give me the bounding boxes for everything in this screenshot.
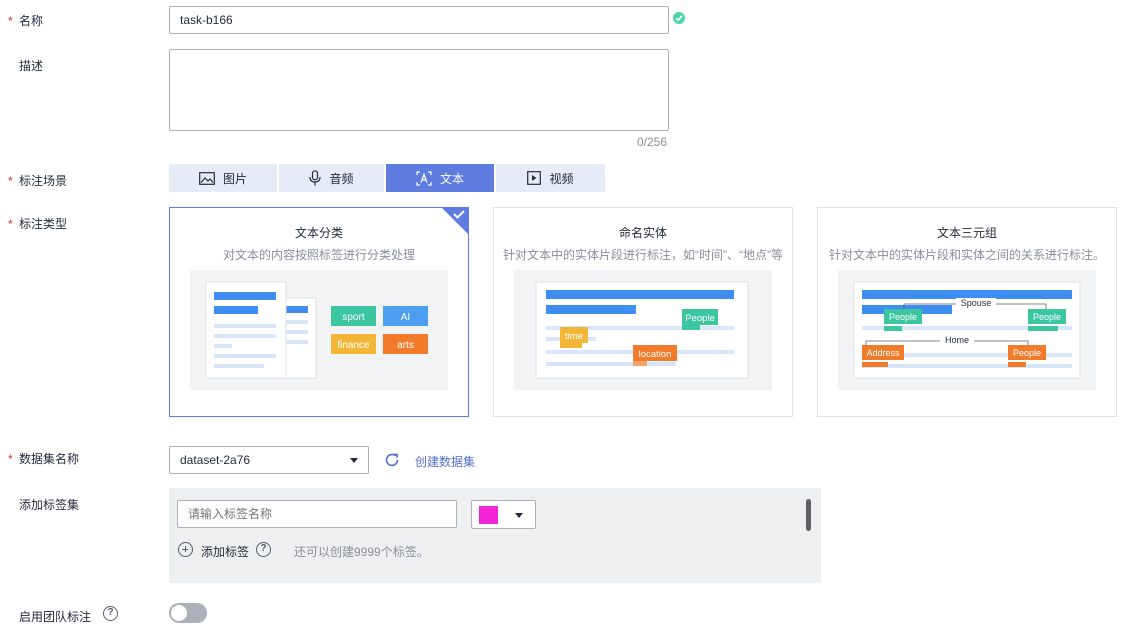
relation-spouse: Spouse <box>961 298 992 308</box>
description-label: 描述 <box>19 59 44 73</box>
scene-tab-text[interactable]: 文本 <box>386 164 494 192</box>
name-input[interactable] <box>169 6 669 34</box>
type-card-desc: 对文本的内容按照标签进行分类处理 <box>222 248 415 262</box>
type-card-title: 文本分类 <box>294 226 343 240</box>
tag-color-select[interactable] <box>471 500 536 529</box>
tag-name-input[interactable] <box>177 500 457 528</box>
team-annotation-toggle[interactable] <box>169 603 207 623</box>
scene-tab-video-label: 视频 <box>549 171 574 186</box>
scene-tab-image-label: 图片 <box>222 171 247 186</box>
caret-down-icon <box>515 513 523 518</box>
classification-illustration: sport AI finance arts <box>190 270 448 390</box>
tag-address: Address <box>866 348 900 358</box>
refresh-icon[interactable] <box>384 452 400 468</box>
dataset-select-value: dataset-2a76 <box>180 453 251 467</box>
microphone-icon <box>309 170 322 186</box>
team-label: 启用团队标注 <box>19 610 92 624</box>
help-icon[interactable]: ? <box>103 606 118 621</box>
dataset-select[interactable]: dataset-2a76 <box>169 446 369 474</box>
scene-tab-video[interactable]: 视频 <box>496 164 605 192</box>
scrollbar-thumb[interactable] <box>806 499 811 531</box>
tagset-panel: 添加标签 ? 还可以创建9999个标签。 <box>169 488 821 583</box>
scene-tab-text-label: 文本 <box>439 171 464 186</box>
relation-home: Home <box>945 335 969 345</box>
tag-people-3: People <box>1013 348 1041 358</box>
scene-tab-image[interactable]: 图片 <box>169 164 277 192</box>
tag-arts: arts <box>397 340 414 351</box>
type-card-title: 命名实体 <box>618 226 667 240</box>
dataset-label: * 数据集名称 <box>8 452 80 466</box>
tag-sport: sport <box>342 312 364 323</box>
toggle-knob <box>171 605 187 621</box>
add-tag-button[interactable]: 添加标签 <box>201 543 249 560</box>
tag-people-2: People <box>1033 312 1061 322</box>
description-input[interactable] <box>169 49 669 131</box>
named-entity-illustration: People time location <box>514 270 772 390</box>
tag-people: People <box>685 313 715 324</box>
video-icon <box>527 171 542 185</box>
description-counter: 0/256 <box>637 135 668 149</box>
tag-ai: AI <box>401 312 410 323</box>
tag-finance: finance <box>337 340 370 351</box>
type-label: * 标注类型 <box>8 217 68 231</box>
type-card-desc: 针对文本中的实体片段和实体之间的关系进行标注。 <box>828 248 1105 262</box>
tagset-label: 添加标签集 <box>19 498 80 512</box>
image-icon <box>199 171 215 185</box>
scene-tab-audio[interactable]: 音频 <box>279 164 384 192</box>
help-icon[interactable]: ? <box>256 542 271 557</box>
scene-tab-audio-label: 音频 <box>329 171 354 186</box>
type-card-title: 文本三元组 <box>936 226 997 240</box>
type-card-text-triple[interactable]: 文本三元组 针对文本中的实体片段和实体之间的关系进行标注。 Spouse Peo… <box>817 207 1117 417</box>
scene-label: * 标注场景 <box>8 174 68 188</box>
tag-quota-hint: 还可以创建9999个标签。 <box>294 545 429 559</box>
name-label: * 名称 <box>8 14 44 28</box>
create-dataset-link[interactable]: 创建数据集 <box>415 453 475 470</box>
text-triple-illustration: Spouse People People Home Address People <box>838 270 1096 390</box>
caret-down-icon <box>350 457 358 463</box>
type-card-desc: 针对文本中的实体片段进行标注，如“时间”、“地点”等 <box>503 248 783 262</box>
check-circle-icon <box>673 12 685 24</box>
text-icon <box>416 170 432 186</box>
add-circle-icon[interactable] <box>178 542 193 557</box>
type-card-named-entity[interactable]: 命名实体 针对文本中的实体片段进行标注，如“时间”、“地点”等 People t… <box>493 207 793 417</box>
color-swatch <box>479 506 498 524</box>
tag-location: location <box>639 349 672 360</box>
tag-people-1: People <box>889 312 917 322</box>
type-card-text-classification[interactable]: 文本分类 对文本的内容按照标签进行分类处理 sport AI finance a… <box>169 207 469 417</box>
tag-time: time <box>565 331 583 342</box>
